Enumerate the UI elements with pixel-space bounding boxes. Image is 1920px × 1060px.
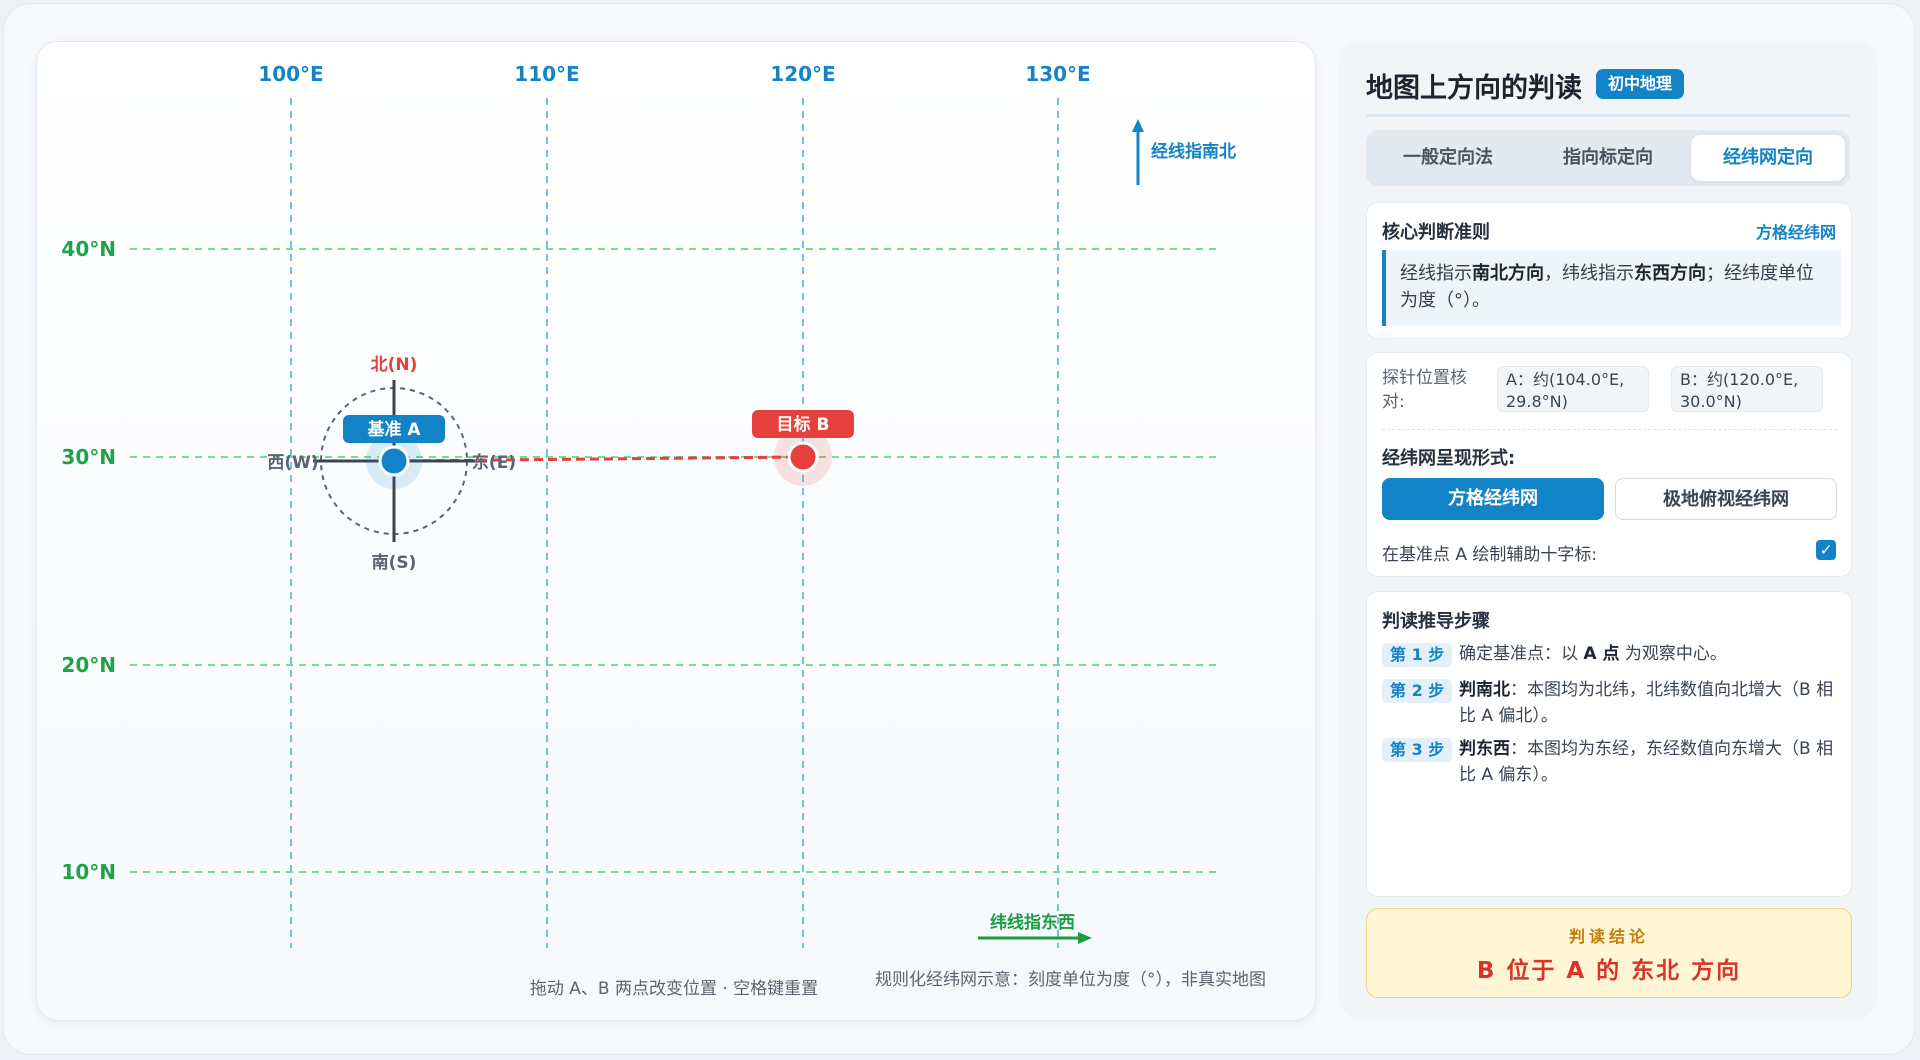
compass-west-label: 西(W) — [267, 453, 318, 473]
compass-south-label: 南(S) — [372, 552, 417, 573]
probe-b-value: B：约(120.0°E, 30.0°N) — [1671, 366, 1823, 412]
steps-heading: 判读推导步骤 — [1382, 611, 1490, 632]
latitude-lines — [130, 248, 1220, 873]
compass-north-label: 北(N) — [371, 355, 418, 375]
core-rule-text: 经线指示南北方向，纬线指示东西方向；经纬度单位为度（°）。 — [1400, 263, 1814, 311]
tab-graticule[interactable]: 经纬网定向 — [1691, 135, 1845, 181]
step-3-text: 判东西：本图均为东经，东经数值向东增大（B 相比 A 偏东）。 — [1459, 739, 1834, 785]
core-rule-quote: 经线指示南北方向，纬线指示东西方向；经纬度单位为度（°）。 — [1382, 250, 1841, 326]
lon-label-100e: 100°E — [258, 62, 323, 86]
title-divider — [1366, 114, 1850, 117]
settings-card: 探针位置核对: A：约(104.0°E, 29.8°N) B：约(120.0°E… — [1366, 352, 1852, 577]
probe-label: 探针位置核对: — [1382, 368, 1467, 412]
panel-title: 地图上方向的判读 — [1366, 73, 1582, 104]
form-heading: 经纬网呈现形式: — [1382, 448, 1516, 469]
lat-label-20n: 20°N — [61, 653, 116, 677]
core-rule-link[interactable]: 方格经纬网 — [1756, 219, 1836, 243]
lat-label-40n: 40°N — [61, 237, 116, 261]
step-1-badge: 第 1 步 — [1382, 643, 1453, 667]
core-rule-card: 核心判断准则 方格经纬网 经线指示南北方向，纬线指示东西方向；经纬度单位为度（°… — [1366, 202, 1852, 339]
step-2-text: 判南北：本图均为北纬，北纬数值向北增大（B 相比 A 偏北）。 — [1459, 680, 1834, 726]
result-card: 判读结论 B 位于 A 的 东北 方向 — [1366, 908, 1852, 998]
step-3-badge: 第 3 步 — [1382, 738, 1453, 762]
steps-card: 判读推导步骤 第 1 步 确定基准点：以 A 点 为观察中心。 第 2 步 判南… — [1366, 591, 1852, 897]
settings-divider — [1382, 429, 1837, 430]
north-annotation: 经线指南北 — [1151, 141, 1236, 162]
lat-label-10n: 10°N — [61, 860, 116, 884]
tag-b: 目标 B — [752, 410, 854, 438]
east-arrow — [978, 932, 1092, 944]
north-arrow — [1132, 119, 1144, 185]
tag-a-text: 基准 A — [366, 419, 421, 440]
tab-pointer[interactable]: 指向标定向 — [1531, 135, 1685, 181]
tag-b-text: 目标 B — [777, 414, 830, 435]
east-annotation: 纬线指东西 — [990, 912, 1075, 933]
step-2-badge: 第 2 步 — [1382, 679, 1453, 703]
lon-label-130e: 130°E — [1025, 62, 1090, 86]
lat-label-30n: 30°N — [61, 445, 116, 469]
lon-label-120e: 120°E — [770, 62, 835, 86]
map-caption: 规则化经纬网示意：刻度单位为度（°），非真实地图 — [875, 970, 1266, 990]
core-rule-heading: 核心判断准则 — [1382, 222, 1490, 243]
crosshair-label: 在基准点 A 绘制辅助十字标: — [1382, 545, 1598, 565]
form-rect-button[interactable]: 方格经纬网 — [1382, 478, 1604, 520]
crosshair-checkbox[interactable]: ✓ — [1816, 540, 1836, 560]
method-tabs: 一般定向法 指向标定向 经纬网定向 — [1366, 130, 1850, 186]
longitude-lines — [290, 98, 1059, 948]
probe-a-value: A：约(104.0°E, 29.8°N) — [1497, 366, 1649, 412]
level-badge: 初中地理 — [1596, 69, 1685, 99]
lon-label-110e: 110°E — [514, 62, 579, 86]
tab-general[interactable]: 一般定向法 — [1371, 135, 1525, 181]
drag-hint: 拖动 A、B 两点改变位置 · 空格键重置 — [530, 979, 818, 999]
form-polar-button[interactable]: 极地俯视经纬网 — [1615, 478, 1837, 520]
tag-a: 基准 A — [343, 415, 445, 443]
compass-east-label: 东(E) — [472, 452, 516, 473]
result-text: B 位于 A 的 东北 方向 — [1476, 958, 1742, 984]
step-1-text: 确定基准点：以 A 点 为观察中心。 — [1459, 644, 1727, 664]
result-label: 判读结论 — [1568, 927, 1649, 946]
